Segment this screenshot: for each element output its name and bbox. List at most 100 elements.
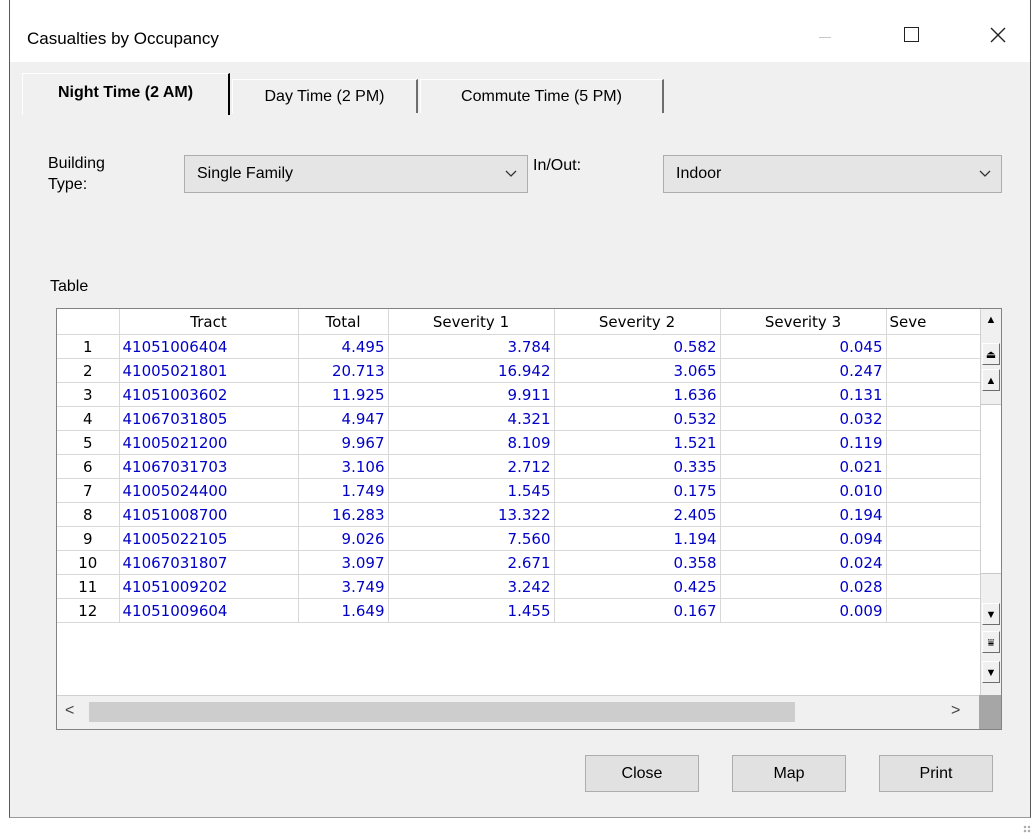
value-cell[interactable]: 1.455 (388, 598, 555, 623)
horizontal-scrollbar[interactable]: < > (57, 695, 981, 729)
value-cell[interactable] (886, 382, 981, 407)
table-row[interactable]: 4 41067031805 4.947 4.321 0.532 0.032 (57, 406, 981, 431)
value-cell[interactable]: 0.425 (554, 574, 721, 599)
row-number-header[interactable] (57, 309, 120, 335)
value-cell[interactable]: 3.106 (298, 454, 389, 479)
value-cell[interactable]: 0.131 (720, 382, 887, 407)
value-cell[interactable] (886, 334, 981, 359)
value-cell[interactable]: 0.582 (554, 334, 721, 359)
tract-cell[interactable]: 41051009202 (119, 574, 299, 599)
tract-cell[interactable]: 41005021801 (119, 358, 299, 383)
value-cell[interactable]: 0.009 (720, 598, 887, 623)
tab-commute-time[interactable]: Commute Time (5 PM) (420, 79, 664, 113)
row-number-cell[interactable]: 3 (57, 382, 120, 407)
row-number-cell[interactable]: 6 (57, 454, 120, 479)
row-number-cell[interactable]: 9 (57, 526, 120, 551)
value-cell[interactable] (886, 358, 981, 383)
value-cell[interactable]: 4.321 (388, 406, 555, 431)
column-header[interactable]: Tract (119, 309, 299, 335)
column-header[interactable]: Seve (886, 309, 981, 335)
value-cell[interactable] (886, 526, 981, 551)
scroll-to-top-icon[interactable]: ▲ (982, 309, 1000, 331)
scroll-to-bottom-icon[interactable]: ▼ (982, 661, 1000, 683)
value-cell[interactable] (886, 406, 981, 431)
column-header[interactable]: Severity 1 (388, 309, 555, 335)
value-cell[interactable]: 1.636 (554, 382, 721, 407)
tract-cell[interactable]: 41051008700 (119, 502, 299, 527)
value-cell[interactable]: 0.024 (720, 550, 887, 575)
value-cell[interactable]: 0.532 (554, 406, 721, 431)
value-cell[interactable]: 1.194 (554, 526, 721, 551)
table-row[interactable]: 1 41051006404 4.495 3.784 0.582 0.045 (57, 334, 981, 359)
value-cell[interactable]: 4.947 (298, 406, 389, 431)
map-button[interactable]: Map (732, 755, 846, 792)
tract-cell[interactable]: 41051009604 (119, 598, 299, 623)
row-number-cell[interactable]: 7 (57, 478, 120, 503)
value-cell[interactable] (886, 430, 981, 455)
value-cell[interactable]: 9.026 (298, 526, 389, 551)
table-row[interactable]: 9 41005022105 9.026 7.560 1.194 0.094 (57, 526, 981, 551)
tract-cell[interactable]: 41051003602 (119, 382, 299, 407)
value-cell[interactable]: 0.358 (554, 550, 721, 575)
tract-cell[interactable]: 41067031807 (119, 550, 299, 575)
value-cell[interactable]: 0.010 (720, 478, 887, 503)
value-cell[interactable]: 16.283 (298, 502, 389, 527)
tab-night-time[interactable]: Night Time (2 AM) (22, 73, 230, 115)
row-number-cell[interactable]: 5 (57, 430, 120, 455)
value-cell[interactable]: 0.119 (720, 430, 887, 455)
value-cell[interactable]: 9.911 (388, 382, 555, 407)
value-cell[interactable]: 3.784 (388, 334, 555, 359)
row-number-cell[interactable]: 8 (57, 502, 120, 527)
tract-cell[interactable]: 41005021200 (119, 430, 299, 455)
value-cell[interactable]: 0.335 (554, 454, 721, 479)
tract-cell[interactable]: 41051006404 (119, 334, 299, 359)
table-row[interactable]: 10 41067031807 3.097 2.671 0.358 0.024 (57, 550, 981, 575)
tract-cell[interactable]: 41005022105 (119, 526, 299, 551)
value-cell[interactable]: 2.712 (388, 454, 555, 479)
value-cell[interactable]: 13.322 (388, 502, 555, 527)
table-row[interactable]: 8 41051008700 16.283 13.322 2.405 0.194 (57, 502, 981, 527)
close-window-button[interactable] (975, 10, 1021, 56)
row-number-cell[interactable]: 11 (57, 574, 120, 599)
value-cell[interactable]: 0.247 (720, 358, 887, 383)
close-button[interactable]: Close (585, 755, 699, 792)
table-row[interactable]: 5 41005021200 9.967 8.109 1.521 0.119 (57, 430, 981, 455)
tract-cell[interactable]: 41005024400 (119, 478, 299, 503)
column-header[interactable]: Total (298, 309, 389, 335)
column-header[interactable]: Severity 3 (720, 309, 887, 335)
value-cell[interactable]: 7.560 (388, 526, 555, 551)
value-cell[interactable]: 0.175 (554, 478, 721, 503)
value-cell[interactable]: 4.495 (298, 334, 389, 359)
value-cell[interactable]: 1.545 (388, 478, 555, 503)
value-cell[interactable]: 3.242 (388, 574, 555, 599)
value-cell[interactable]: 20.713 (298, 358, 389, 383)
value-cell[interactable] (886, 550, 981, 575)
tract-cell[interactable]: 41067031703 (119, 454, 299, 479)
value-cell[interactable] (886, 478, 981, 503)
value-cell[interactable]: 0.194 (720, 502, 887, 527)
maximize-button[interactable] (888, 10, 934, 56)
value-cell[interactable]: 3.097 (298, 550, 389, 575)
value-cell[interactable]: 2.671 (388, 550, 555, 575)
value-cell[interactable]: 1.749 (298, 478, 389, 503)
value-cell[interactable]: 8.109 (388, 430, 555, 455)
value-cell[interactable]: 1.649 (298, 598, 389, 623)
horizontal-scroll-thumb[interactable] (89, 702, 795, 722)
casualty-table[interactable]: Tract Total Severity 1 Severity 2 Severity 3… (56, 308, 1002, 730)
value-cell[interactable]: 3.065 (554, 358, 721, 383)
value-cell[interactable]: 3.749 (298, 574, 389, 599)
value-cell[interactable]: 1.521 (554, 430, 721, 455)
value-cell[interactable]: 0.094 (720, 526, 887, 551)
minimize-button[interactable] (802, 10, 848, 56)
table-row[interactable]: 11 41051009202 3.749 3.242 0.425 0.028 (57, 574, 981, 599)
resize-grip[interactable] (1023, 825, 1031, 833)
print-button[interactable]: Print (879, 755, 993, 792)
value-cell[interactable]: 2.405 (554, 502, 721, 527)
row-number-cell[interactable]: 1 (57, 334, 120, 359)
value-cell[interactable]: 11.925 (298, 382, 389, 407)
value-cell[interactable] (886, 454, 981, 479)
value-cell[interactable] (886, 598, 981, 623)
value-cell[interactable]: 0.032 (720, 406, 887, 431)
vertical-scrollbar[interactable]: ▲ ⏏ ▲ ▼ ⩸ ▼ (980, 309, 1001, 697)
value-cell[interactable]: 0.028 (720, 574, 887, 599)
